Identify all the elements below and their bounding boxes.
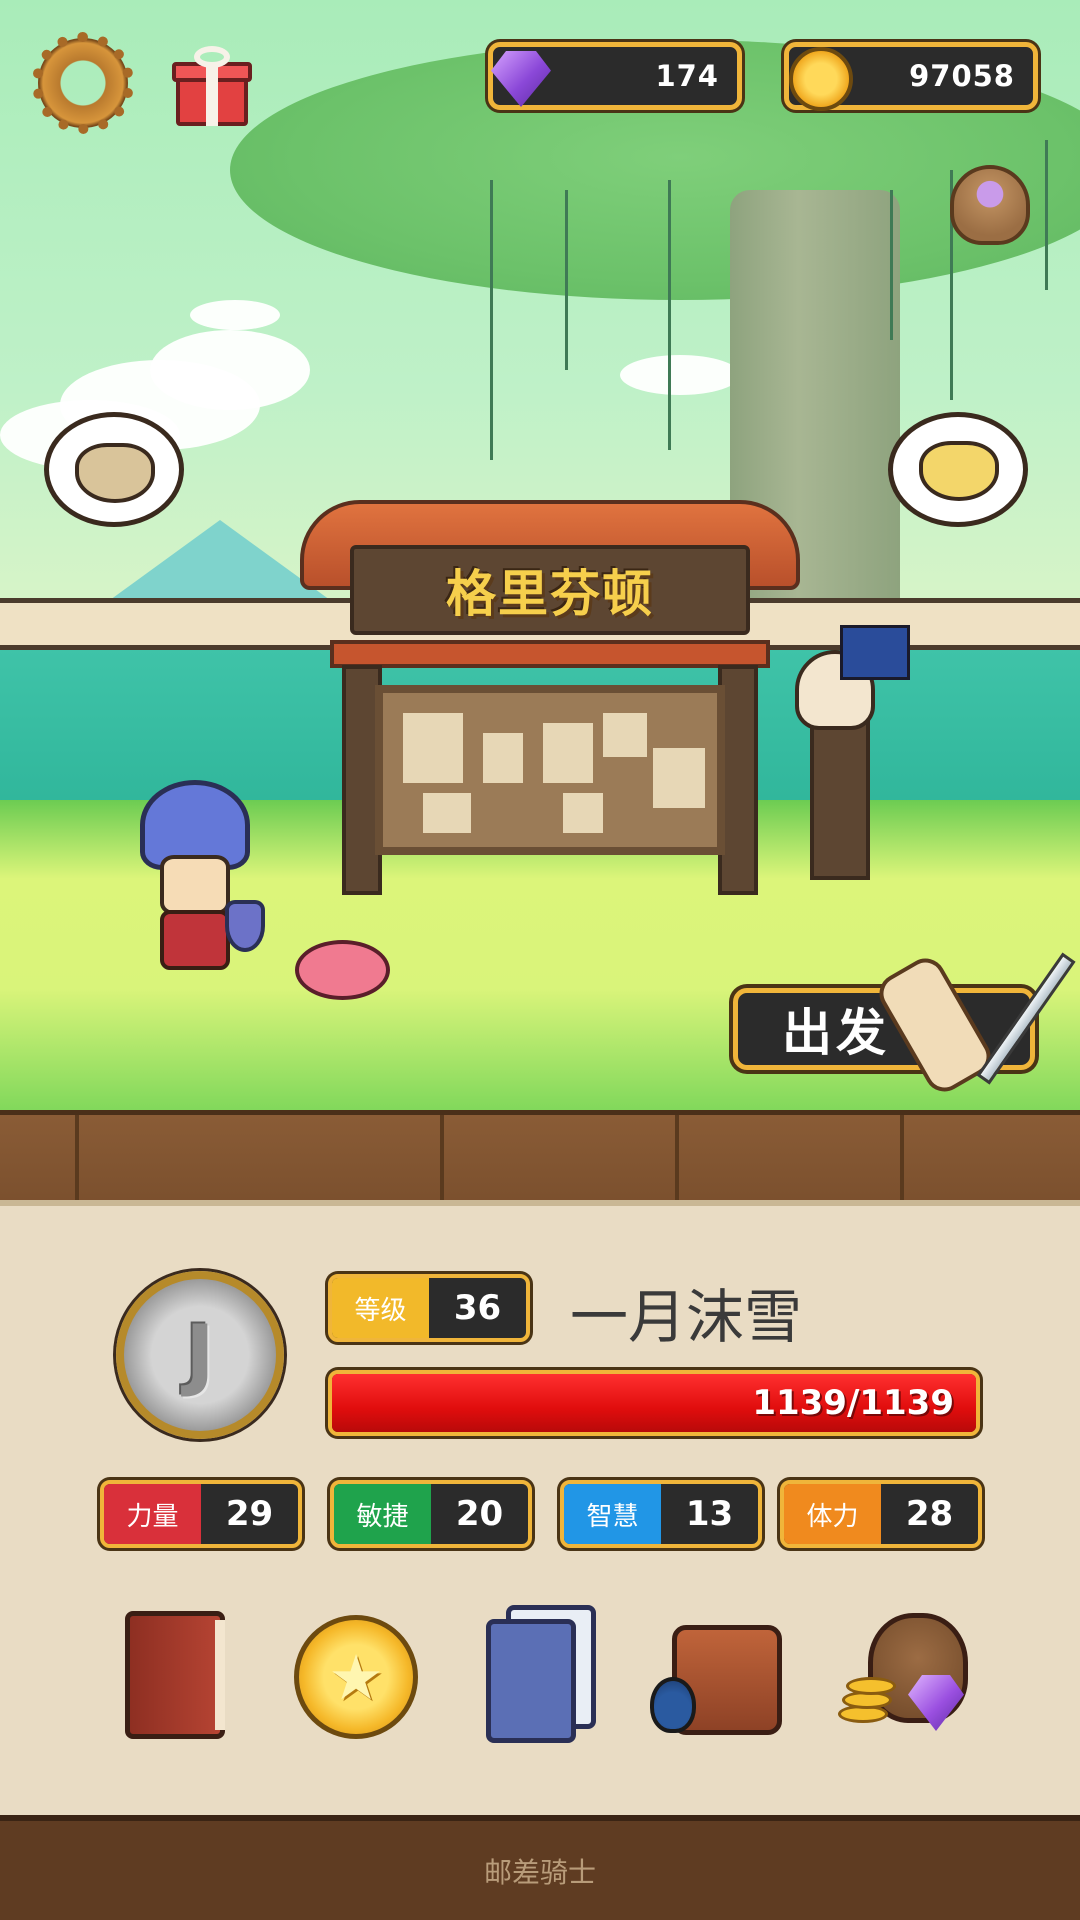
hp-bar: 1139/1139 xyxy=(328,1370,980,1436)
dirt-divider xyxy=(0,1110,1080,1215)
npc-blonde-bubble[interactable] xyxy=(888,412,1028,527)
town-name: 格里芬顿 xyxy=(446,565,654,623)
coin-stack-icon xyxy=(846,1677,896,1695)
gem-count: 174 xyxy=(655,59,719,93)
stat-strength: 力量 29 xyxy=(100,1480,302,1548)
vine xyxy=(565,190,568,370)
rank-medal[interactable]: J xyxy=(116,1271,284,1439)
level-value: 36 xyxy=(453,1288,502,1328)
gem-icon xyxy=(485,41,561,117)
coin-counter[interactable]: 97058 xyxy=(784,42,1038,111)
stat-stamina: 体力 28 xyxy=(780,1480,982,1548)
star-coin-icon: ★ xyxy=(294,1615,418,1739)
potion-icon xyxy=(650,1677,696,1733)
notice-paper xyxy=(603,713,647,757)
cloud xyxy=(190,300,280,330)
notice-panel xyxy=(375,685,725,855)
board-beam xyxy=(330,640,770,668)
level-badge: 等级 36 xyxy=(328,1274,530,1342)
vine xyxy=(668,180,671,450)
cloud xyxy=(150,330,310,410)
scroll-sword-icon[interactable] xyxy=(872,930,1076,1100)
notice-paper xyxy=(483,733,523,783)
notice-paper xyxy=(423,793,471,833)
gem-counter[interactable]: 174 xyxy=(488,42,742,110)
blonde-face-icon xyxy=(919,441,999,501)
coin-count: 97058 xyxy=(909,59,1015,93)
stat-value: 13 xyxy=(685,1494,734,1534)
hero-book-icon xyxy=(125,1611,225,1739)
stat-label: 体力 xyxy=(784,1484,881,1544)
stat-agility: 敏捷 20 xyxy=(330,1480,532,1548)
coin-icon xyxy=(781,41,857,117)
quest-board[interactable]: 格里芬顿 xyxy=(300,500,800,920)
game-scene: 格里芬顿 174 97058 出发 xyxy=(0,0,1080,1115)
notice-paper xyxy=(403,713,463,783)
hp-text: 1139/1139 xyxy=(752,1383,954,1423)
level-label: 等级 xyxy=(332,1278,429,1338)
vine xyxy=(890,190,893,340)
notice-paper xyxy=(563,793,603,833)
notice-paper xyxy=(653,748,705,808)
gift-icon[interactable] xyxy=(172,44,252,126)
stat-wisdom: 智慧 13 xyxy=(560,1480,762,1548)
inventory-bag-button[interactable] xyxy=(650,1605,782,1745)
game-title: 邮差骑士 xyxy=(483,1855,596,1889)
rank-letter: J xyxy=(185,1310,215,1400)
player-knight[interactable] xyxy=(130,760,265,980)
gift-ribbon xyxy=(206,62,218,126)
cloud xyxy=(620,355,740,395)
treasure-bag-icon[interactable] xyxy=(950,165,1030,245)
knight-body xyxy=(160,910,230,970)
gift-bow xyxy=(194,46,230,68)
town-sign: 格里芬顿 xyxy=(350,545,750,635)
blue-flag-icon xyxy=(840,625,910,680)
shield-icon xyxy=(225,900,265,952)
stat-value: 28 xyxy=(905,1494,954,1534)
mountain xyxy=(110,520,330,600)
explorer-face-icon xyxy=(75,443,155,503)
footer-bar: 邮差骑士 xyxy=(0,1815,1080,1920)
stat-label: 智慧 xyxy=(564,1484,661,1544)
player-name: 一月沫雪 xyxy=(570,1283,803,1351)
vine xyxy=(1045,140,1048,290)
skill-cards-icon xyxy=(486,1619,576,1743)
settings-gear-icon[interactable] xyxy=(32,32,134,134)
skill-cards-button[interactable] xyxy=(478,1605,608,1745)
depart-label: 出发 xyxy=(782,1004,890,1062)
treasure-pouch-button[interactable] xyxy=(838,1605,968,1745)
stat-label: 力量 xyxy=(104,1484,201,1544)
stat-label: 敏捷 xyxy=(334,1484,431,1544)
npc-explorer-bubble[interactable] xyxy=(44,412,184,527)
knight-face xyxy=(160,855,230,915)
stat-value: 20 xyxy=(455,1494,504,1534)
hero-book-button[interactable] xyxy=(115,1605,245,1745)
star-coin-button[interactable]: ★ xyxy=(290,1605,420,1745)
stat-value: 29 xyxy=(225,1494,274,1534)
notice-paper xyxy=(543,723,593,783)
vine xyxy=(490,180,493,460)
pig-pet[interactable] xyxy=(295,940,390,1000)
